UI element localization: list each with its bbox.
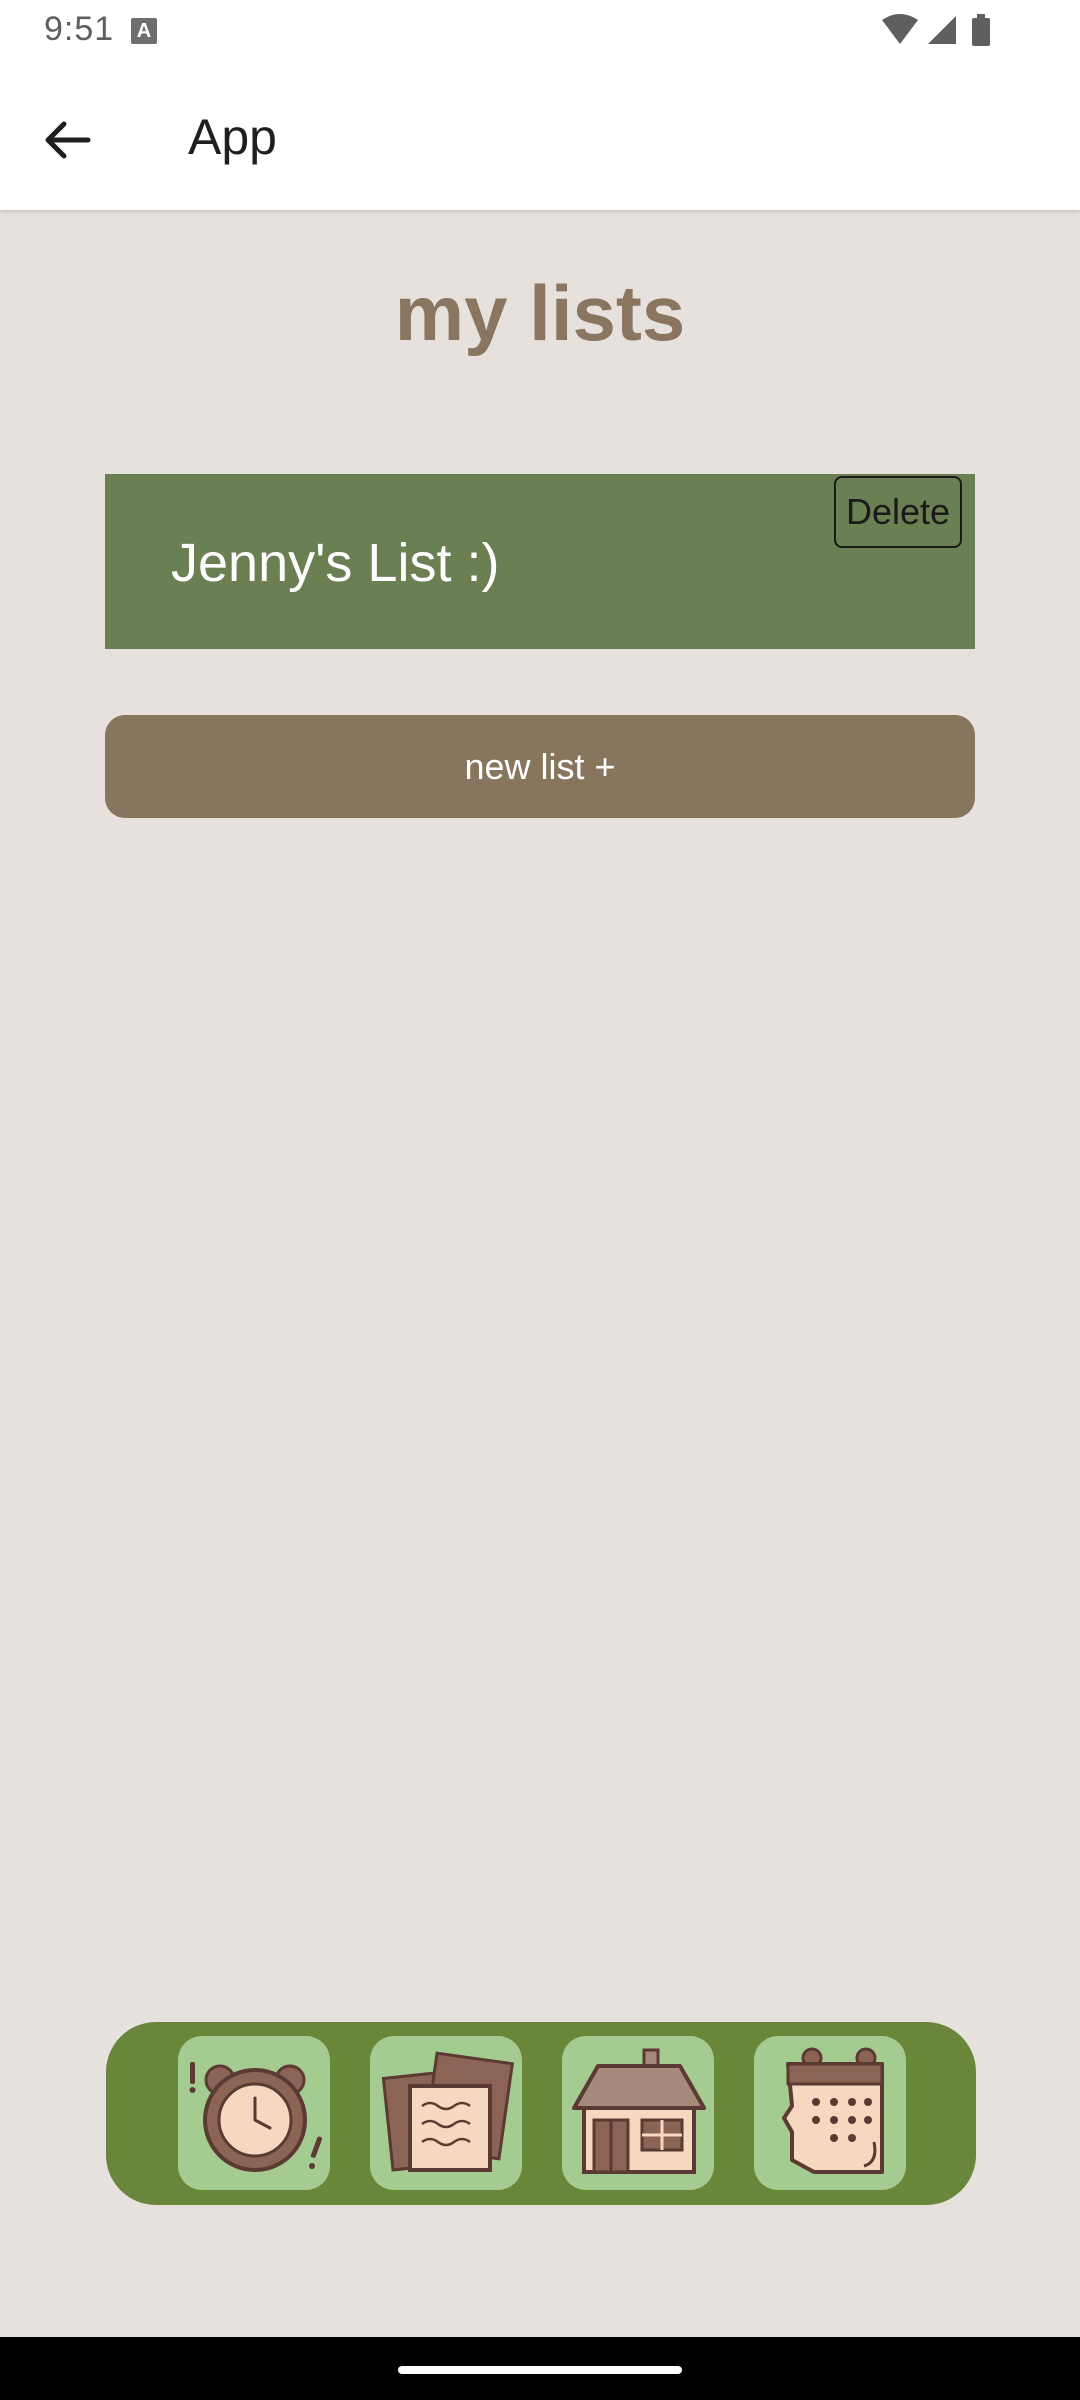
calendar-icon	[782, 2047, 884, 2174]
page-title: my lists	[394, 269, 686, 357]
signal-icon	[928, 16, 956, 44]
status-icons	[882, 14, 990, 46]
house-icon	[572, 2048, 706, 2174]
app-bar: App	[0, 62, 1080, 210]
nav-item-alarm[interactable]	[178, 2036, 330, 2190]
bottom-nav	[106, 2022, 976, 2205]
app-title: App	[188, 109, 277, 165]
wifi-icon	[882, 14, 918, 44]
status-time: 9:51	[44, 10, 115, 48]
alarm-clock-icon	[189, 2062, 323, 2172]
arrow-left-icon	[45, 121, 91, 159]
status-bar: 9:51 A	[0, 0, 1080, 62]
new-list-button[interactable]: new list +	[105, 715, 975, 818]
list-item[interactable]: Jenny's List :) Delete	[105, 474, 975, 649]
nav-item-notes[interactable]	[370, 2036, 522, 2190]
back-button[interactable]	[30, 102, 106, 178]
list-name: Jenny's List :)	[171, 533, 500, 593]
notes-icon	[381, 2051, 515, 2172]
nav-item-calendar[interactable]	[754, 2036, 906, 2190]
a-notification-icon: A	[131, 18, 157, 44]
delete-button[interactable]: Delete	[834, 476, 962, 548]
home-handle[interactable]	[398, 2366, 682, 2374]
nav-item-home[interactable]	[562, 2036, 714, 2190]
battery-icon	[972, 14, 990, 46]
